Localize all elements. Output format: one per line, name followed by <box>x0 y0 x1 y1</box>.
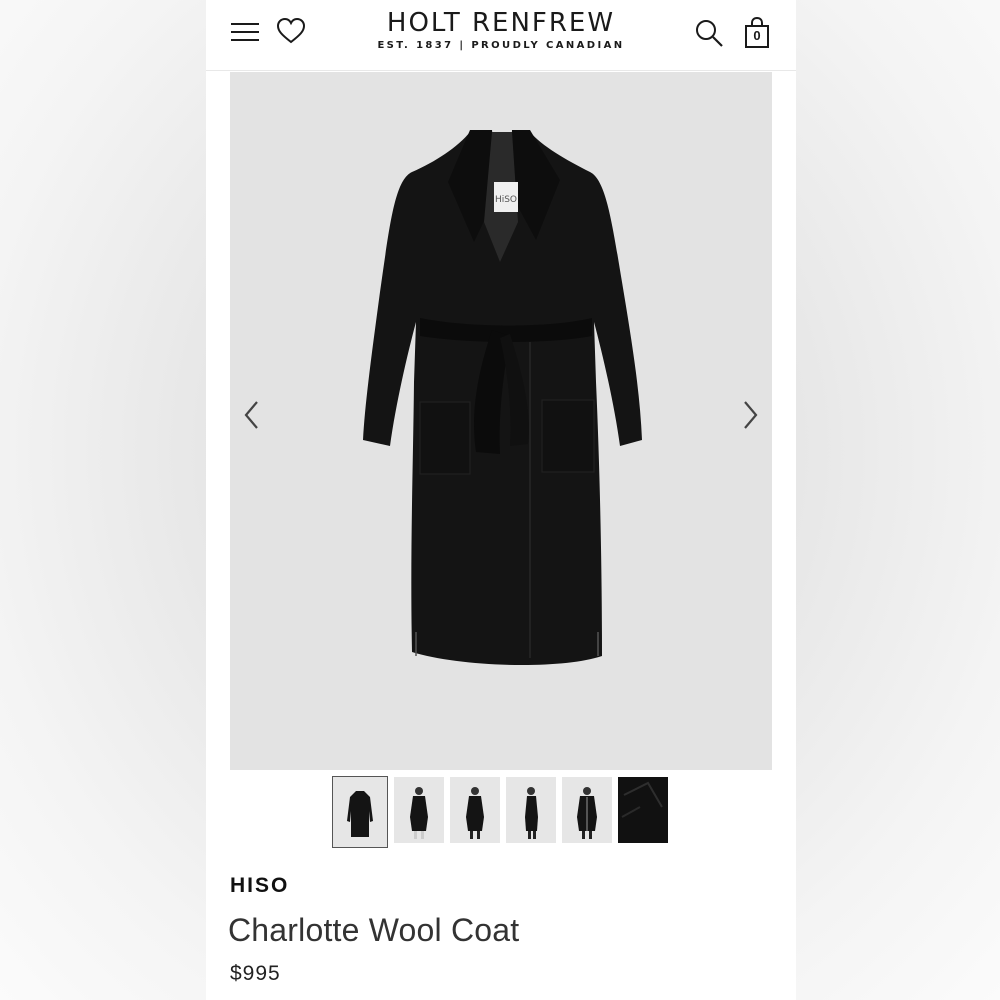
search-icon[interactable] <box>694 18 724 48</box>
chevron-left-icon[interactable] <box>240 398 264 432</box>
thumbnail-strip <box>332 776 668 849</box>
thumbnail-5[interactable] <box>562 777 612 843</box>
bag-count: 0 <box>753 28 761 43</box>
coat-image: HiSO <box>363 130 642 666</box>
model-back-thumbnail-image <box>466 787 484 839</box>
product-brand[interactable]: HISO <box>230 874 289 898</box>
site-logo[interactable]: HOLT RENFREW EST. 1837 | PROUDLY CANADIA… <box>351 8 651 51</box>
menu-icon[interactable] <box>230 20 260 44</box>
model-side-thumbnail-image <box>525 787 538 839</box>
product-price: $995 <box>230 962 281 985</box>
heart-icon[interactable] <box>276 16 306 46</box>
logo-tagline: EST. 1837 | PROUDLY CANADIAN <box>377 40 625 51</box>
chevron-right-icon[interactable] <box>738 398 762 432</box>
site-header: HOLT RENFREW EST. 1837 | PROUDLY CANADIA… <box>206 0 796 71</box>
model-open-thumbnail-image <box>577 787 597 839</box>
shopping-bag-button[interactable]: 0 <box>742 16 772 50</box>
product-image-main[interactable]: HiSO <box>230 72 772 770</box>
thumbnail-6[interactable] <box>618 777 668 843</box>
logo-text: HOLT RENFREW <box>386 8 616 38</box>
fabric-detail-thumbnail-image <box>621 781 663 818</box>
product-page: HOLT RENFREW EST. 1837 | PROUDLY CANADIA… <box>206 0 796 1000</box>
thumbnail-1[interactable] <box>332 776 388 848</box>
thumbnail-2[interactable] <box>394 777 444 843</box>
coat-thumbnail-image <box>347 791 373 837</box>
product-name: Charlotte Wool Coat <box>228 912 520 948</box>
coat-label-text: HiSO <box>495 195 517 205</box>
thumbnail-4[interactable] <box>506 777 556 843</box>
thumbnail-3[interactable] <box>450 777 500 843</box>
model-front-thumbnail-image <box>410 787 428 839</box>
